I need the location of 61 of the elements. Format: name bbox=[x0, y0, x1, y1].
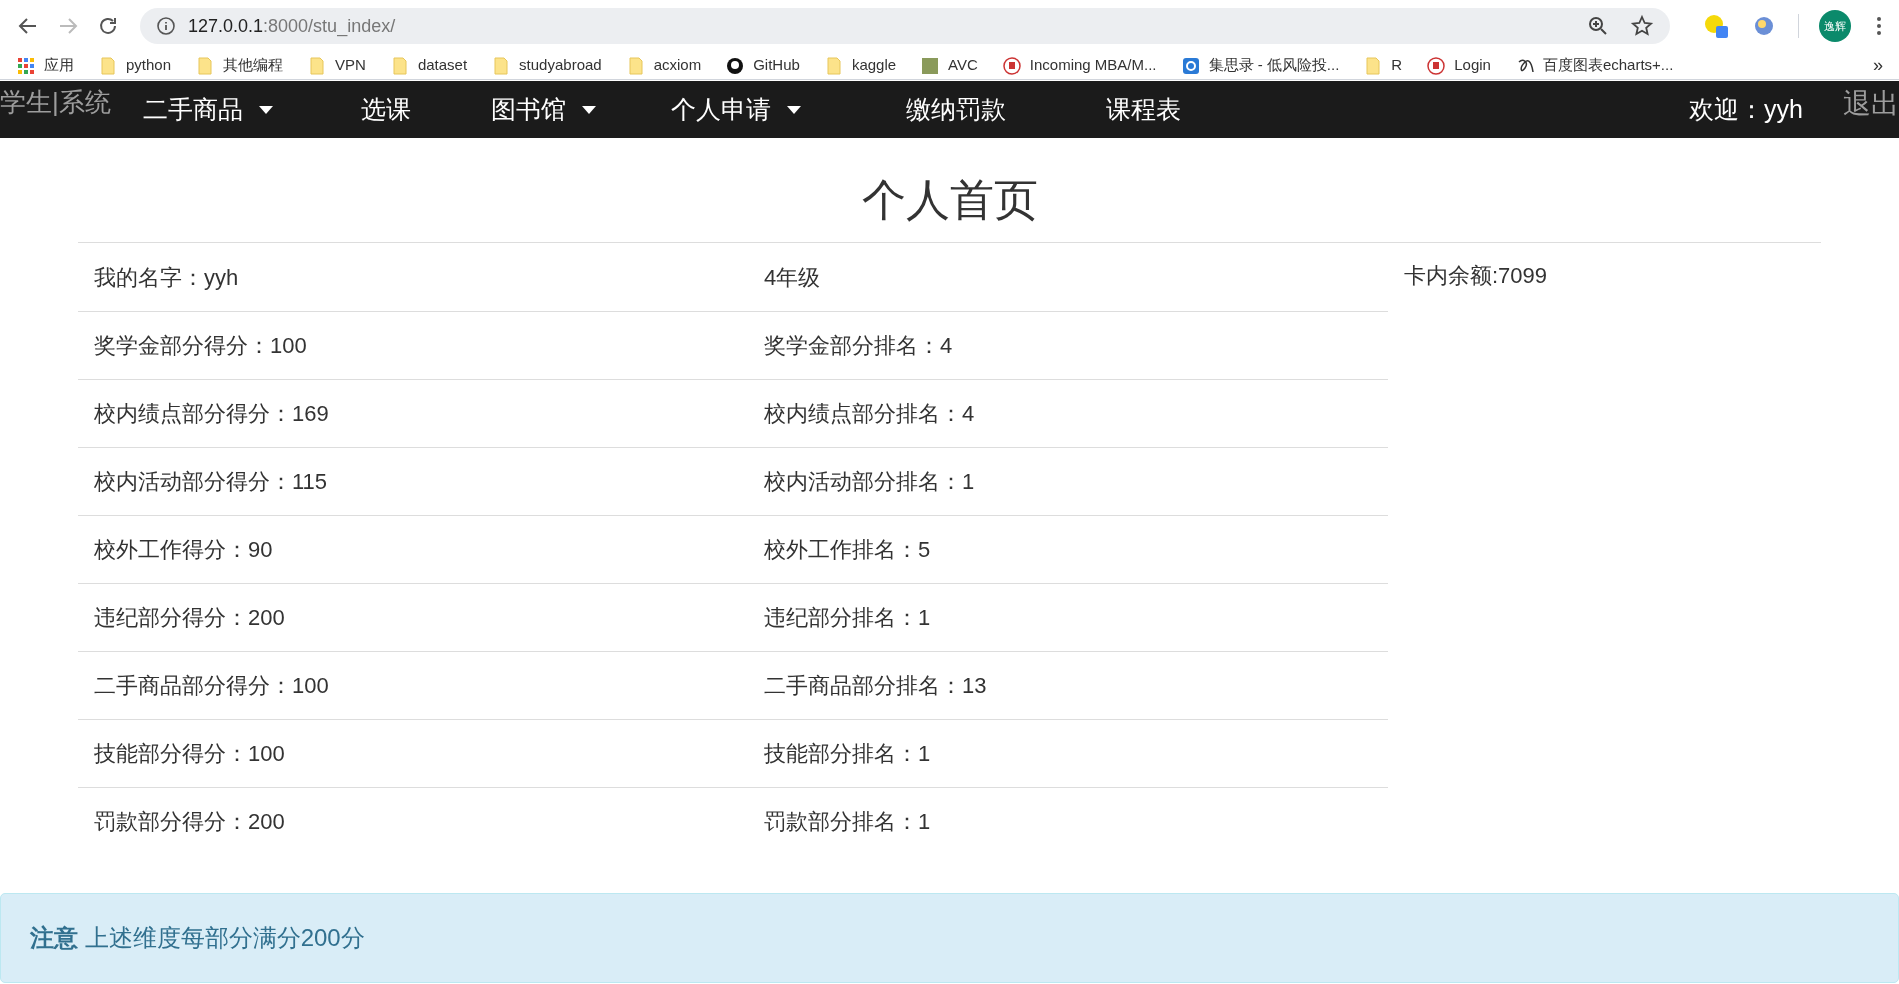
table-cell: 违纪部分得分：200 bbox=[78, 583, 748, 652]
table-cell: 技能部分得分：100 bbox=[78, 719, 748, 788]
nav-menu-item[interactable]: 选课 bbox=[360, 90, 491, 129]
seal-icon bbox=[1001, 55, 1022, 76]
info-icon bbox=[156, 16, 176, 36]
bookmark-link[interactable]: studyabroad bbox=[519, 54, 602, 77]
table-cell: 违纪部分排名：1 bbox=[748, 583, 1388, 652]
bookmark-link[interactable]: dataset bbox=[417, 54, 468, 77]
bookmark-link[interactable]: AVC bbox=[948, 54, 978, 77]
picture-icon bbox=[920, 55, 941, 76]
caret-icon bbox=[258, 105, 273, 114]
table-cell: 奖学金部分得分：100 bbox=[78, 311, 748, 380]
folder-icon bbox=[98, 55, 118, 76]
nav-menu-item[interactable]: 缴纳罚款 bbox=[905, 90, 1106, 129]
bookmark-link[interactable]: 应用 bbox=[44, 54, 74, 77]
bookmark-link[interactable]: 百度图表echarts+... bbox=[1542, 54, 1674, 77]
table-cell: 校内活动部分排名：1 bbox=[748, 447, 1388, 516]
bookmark-link[interactable]: R bbox=[1391, 54, 1403, 77]
caret-icon bbox=[581, 105, 596, 114]
nav-menu-item[interactable]: 个人申请 bbox=[670, 90, 906, 129]
table-cell: 罚款部分得分：200 bbox=[78, 787, 748, 856]
caret-icon bbox=[786, 105, 801, 114]
nav-menu-item[interactable]: 课程表 bbox=[1105, 90, 1226, 129]
profile-avatar[interactable]: 逸辉 bbox=[1819, 10, 1851, 42]
table-cell-text: 4年级 bbox=[763, 263, 822, 292]
bookmark-link[interactable]: 其他编程 bbox=[223, 54, 284, 77]
notice-text: 注意 上述维度每部分满分200分 bbox=[30, 923, 365, 954]
page-title: 个人首页 bbox=[860, 176, 1039, 225]
logout-link[interactable]: 退出 bbox=[1843, 83, 1899, 125]
bookmark-link[interactable]: kaggle bbox=[851, 54, 897, 77]
table-cell-text: 卡内余额:7099 bbox=[1403, 262, 1549, 291]
seal-icon bbox=[1426, 55, 1447, 76]
table-cell: 技能部分排名：1 bbox=[748, 719, 1388, 788]
table-cell: 校外工作排名：5 bbox=[748, 515, 1388, 584]
bookmark-link[interactable]: acxiom bbox=[653, 54, 702, 77]
bookmark-link[interactable]: VPN bbox=[335, 54, 366, 77]
star-icon[interactable] bbox=[1630, 14, 1654, 38]
more-bookmarks-button[interactable]: » bbox=[1873, 52, 1883, 79]
table-cell: 校内绩点部分排名：4 bbox=[748, 379, 1388, 448]
apps-icon bbox=[16, 55, 36, 76]
bookmark-link[interactable]: Login bbox=[1454, 54, 1491, 77]
bookmark-link[interactable]: 集思录 - 低风险投... bbox=[1208, 54, 1340, 77]
brand-title[interactable]: 学生|系统 bbox=[0, 83, 111, 122]
nav-menu-item[interactable]: 图书馆 bbox=[490, 90, 671, 129]
bookmark-link[interactable]: GitHub bbox=[753, 54, 800, 77]
table-cell: 奖学金部分排名：4 bbox=[748, 311, 1388, 380]
url-text: 127.0.0.1:8000/stu_index/ bbox=[188, 14, 397, 39]
table-cell: 二手商品部分排名：13 bbox=[748, 651, 1388, 720]
table-cell: 二手商品部分得分：100 bbox=[78, 651, 748, 720]
nav-menu-item[interactable]: 二手商品 bbox=[142, 90, 361, 129]
bookmark-link[interactable]: Incoming MBA/M... bbox=[1029, 54, 1157, 77]
table-cell: 校内绩点部分得分：169 bbox=[78, 379, 748, 448]
table-cell-text: 我的名字：yyh bbox=[93, 263, 240, 292]
square-logo-icon bbox=[1180, 55, 1201, 76]
table-cell: 校外工作得分：90 bbox=[78, 515, 748, 584]
table-cell: 罚款部分排名：1 bbox=[748, 787, 1388, 856]
extension-icon[interactable] bbox=[1702, 12, 1730, 40]
table-cell: 校内活动部分得分：115 bbox=[78, 447, 748, 516]
address-bar[interactable]: 127.0.0.1:8000/stu_index/ bbox=[140, 8, 1670, 44]
welcome-text: 欢迎：yyh bbox=[1689, 93, 1803, 125]
bookmark-link[interactable]: python bbox=[126, 54, 172, 77]
